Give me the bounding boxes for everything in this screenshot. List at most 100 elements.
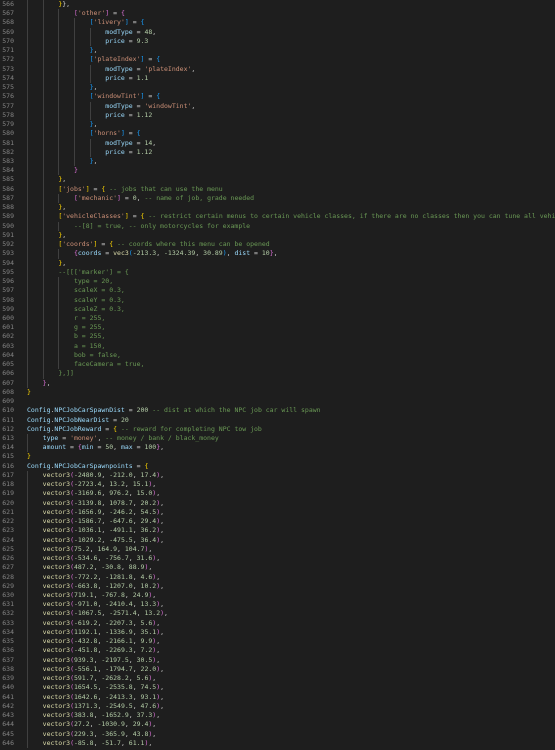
code-line[interactable]: 618 vector3(-2723.4, 13.2, 15.1), xyxy=(0,480,555,490)
code-token: -432.8 xyxy=(73,637,98,646)
code-line[interactable]: 604 bob = false, xyxy=(0,350,555,361)
code-line[interactable]: 613 type = 'money', -- money / bank / bl… xyxy=(0,434,555,444)
code-token: , xyxy=(152,480,157,489)
code-text: vector3(-2723.4, 13.2, 15.1), xyxy=(27,480,157,489)
code-line[interactable]: 572 ['plateIndex'] = { xyxy=(0,55,555,65)
code-line[interactable]: 635 vector3(-432.8, -2166.1, 9.9), xyxy=(0,637,555,647)
code-line[interactable]: 601 g = 255, xyxy=(0,323,555,333)
code-token: { xyxy=(140,18,145,27)
code-line[interactable]: 641 vector3(1642.6, -2413.3, 93.1), xyxy=(0,692,555,702)
code-line[interactable]: 623 vector3(-1036.1, -491.1, 36.2), xyxy=(0,526,555,536)
code-line[interactable]: 620 vector3(-3139.8, 1078.7, 20.2), xyxy=(0,498,555,508)
code-line[interactable]: 593 {coords = vec3(-213.3, -1324.39, 30.… xyxy=(0,249,555,259)
code-line[interactable]: 627 vector3(487.2, -30.8, 88.9), xyxy=(0,563,555,573)
code-line[interactable]: 594 }, xyxy=(0,258,555,268)
code-line[interactable]: 583 }, xyxy=(0,156,555,167)
code-line[interactable]: 643 vector3(383.8, -1652.9, 37.3), xyxy=(0,711,555,721)
code-line[interactable]: 628 vector3(-772.2, -1281.8, 4.6), xyxy=(0,572,555,582)
code-line[interactable]: 611 Config.NPCJobNearDist = 20 xyxy=(0,416,555,425)
code-line[interactable]: 640 vector3(1654.5, -2535.8, 74.5), xyxy=(0,683,555,693)
code-line[interactable]: 609 xyxy=(0,397,555,406)
code-line[interactable]: 580 ['horns'] = { xyxy=(0,129,555,139)
code-token: = xyxy=(128,18,141,27)
code-line[interactable]: 575 }, xyxy=(0,83,555,93)
code-text: }, xyxy=(27,175,66,184)
code-line[interactable]: 619 vector3(-3169.6, 976.2, 15.0), xyxy=(0,489,555,499)
code-line[interactable]: 599 scaleZ = 0.3, xyxy=(0,304,555,314)
code-line[interactable]: 592 ['coords'] = { -- coords where this … xyxy=(0,240,555,250)
code-line[interactable]: 634 vector3(1192.1, -1336.9, 35.1), xyxy=(0,627,555,638)
code-line[interactable]: 624 vector3(-1029.2, -475.5, 36.4), xyxy=(0,535,555,545)
code-token: Config xyxy=(27,406,51,415)
code-line[interactable]: 610 Config.NPCJobCarSpawnDist = 200 -- di… xyxy=(0,406,555,415)
code-line[interactable]: 600 r = 255, xyxy=(0,313,555,324)
code-line[interactable]: 633 vector3(-619.2, -2207.3, 5.6), xyxy=(0,618,555,628)
code-line[interactable]: 602 b = 255, xyxy=(0,332,555,342)
code-line[interactable]: 629 vector3(-663.8, -1207.0, 10.2), xyxy=(0,581,555,591)
code-line[interactable]: 584 } xyxy=(0,166,555,176)
code-line[interactable]: 573 modType = 'plateIndex', xyxy=(0,64,555,74)
code-line[interactable]: 589 ['vehicleClasses'] = { -- restrict c… xyxy=(0,212,555,222)
code-line[interactable]: 637 vector3(939.3, -2197.5, 30.5), xyxy=(0,655,555,665)
code-line[interactable]: 645 vector3(229.3, -365.9, 43.8), xyxy=(0,729,555,739)
code-line[interactable]: 617 vector3(-2480.9, -212.0, 17.4), xyxy=(0,470,555,481)
code-line[interactable]: 576 ['windowTint'] = { xyxy=(0,92,555,102)
code-line[interactable]: 598 scaleY = 0.3, xyxy=(0,295,555,305)
code-line[interactable]: 586 ['jobs'] = { -- jobs that can use th… xyxy=(0,184,555,194)
code-line[interactable]: 612 Config.NPCJobReward = { -- reward for… xyxy=(0,425,555,434)
code-line[interactable]: 566 }}, xyxy=(0,0,555,10)
code-line[interactable]: 579 }, xyxy=(0,120,555,130)
line-number: 617 xyxy=(2,470,14,479)
code-line[interactable]: 636 vector3(-451.8, -2269.3, 7.2), xyxy=(0,646,555,656)
code-line[interactable]: 625 vector3(75.2, 164.9, 104.7), xyxy=(0,544,555,555)
code-line[interactable]: 632 vector3(-1067.5, -2571.4, 13.2), xyxy=(0,609,555,619)
code-editor[interactable]: 566 }}, 567 ['other'] = {568 ['livery'] =… xyxy=(0,0,555,750)
code-line[interactable]: 581 modType = 14, xyxy=(0,138,555,148)
code-line[interactable]: 582 price = 1.12 xyxy=(0,147,555,157)
line-number: 579 xyxy=(2,120,14,129)
code-line[interactable]: 603 a = 150, xyxy=(0,341,555,351)
code-line[interactable]: 569 modType = 48, xyxy=(0,27,555,37)
code-line[interactable]: 607 }, xyxy=(0,378,555,388)
code-line[interactable]: 614 amount = {min = 50, max = 100}, xyxy=(0,443,555,453)
code-line[interactable]: 608} xyxy=(0,388,555,397)
code-token: vector3 xyxy=(42,544,71,553)
code-line[interactable]: 570 price = 9.3 xyxy=(0,36,555,47)
code-line[interactable]: 578 price = 1.12 xyxy=(0,110,555,121)
code-line[interactable]: 585 }, xyxy=(0,175,555,185)
code-line[interactable]: 595 --[[['marker'] = { xyxy=(0,267,555,278)
code-line[interactable]: 590 --[8] = true, -- only motorcycles fo… xyxy=(0,221,555,231)
code-line[interactable]: 644 vector3(27.2, -1030.9, 29.4), xyxy=(0,720,555,730)
code-line[interactable]: 646 vector3(-85.8, -51.7, 61.1), xyxy=(0,738,555,748)
code-line[interactable]: 642 vector3(1371.3, -2549.5, 47.6), xyxy=(0,701,555,712)
code-text: modType = 'windowTint', xyxy=(27,102,195,111)
code-line[interactable]: 567 ['other'] = { xyxy=(0,9,555,19)
code-line[interactable]: 588 }, xyxy=(0,203,555,213)
code-line[interactable]: 626 vector3(-534.6, -756.7, 31.6), xyxy=(0,554,555,564)
code-line[interactable]: 606 },]] xyxy=(0,369,555,379)
code-line[interactable]: 571 }, xyxy=(0,46,555,56)
code-line[interactable]: 574 price = 1.1 xyxy=(0,73,555,84)
code-token: 1078.7 xyxy=(109,498,133,507)
code-token: -619.2 xyxy=(73,618,98,627)
code-line[interactable]: 587 ['mechanic'] = 0, -- name of job, gr… xyxy=(0,193,555,204)
code-line[interactable]: 568 ['livery'] = { xyxy=(0,18,555,28)
code-line[interactable]: 622 vector3(-1586.7, -647.6, 29.4), xyxy=(0,517,555,527)
code-line[interactable]: 577 modType = 'windowTint', xyxy=(0,101,555,111)
code-token: = xyxy=(93,443,106,452)
code-line[interactable]: 621 vector3(-1656.9, -246.2, 54.5), xyxy=(0,507,555,518)
code-line[interactable]: 605 faceCamera = true, xyxy=(0,360,555,370)
code-line[interactable]: 638 vector3(-556.1, -1794.7, 22.0), xyxy=(0,664,555,675)
code-line[interactable]: 597 scaleX = 0.3, xyxy=(0,286,555,296)
code-line[interactable]: 631 vector3(-971.0, -2410.4, 13.3), xyxy=(0,600,555,610)
code-token: }, xyxy=(62,0,71,8)
code-line[interactable]: 639 vector3(591.7, -2628.2, 5.6), xyxy=(0,674,555,684)
code-line[interactable]: 616 Config.NPCJobCarSpawnpoints = { xyxy=(0,462,555,471)
code-token: -2549.5 xyxy=(105,701,133,710)
code-line[interactable]: 615} xyxy=(0,452,555,461)
code-token: faceCamera = true, xyxy=(73,360,145,369)
code-line[interactable]: 630 vector3(719.1, -767.8, 24.9), xyxy=(0,591,555,601)
code-line[interactable]: 596 type = 20, xyxy=(0,277,555,287)
code-line[interactable]: 591 }, xyxy=(0,230,555,241)
